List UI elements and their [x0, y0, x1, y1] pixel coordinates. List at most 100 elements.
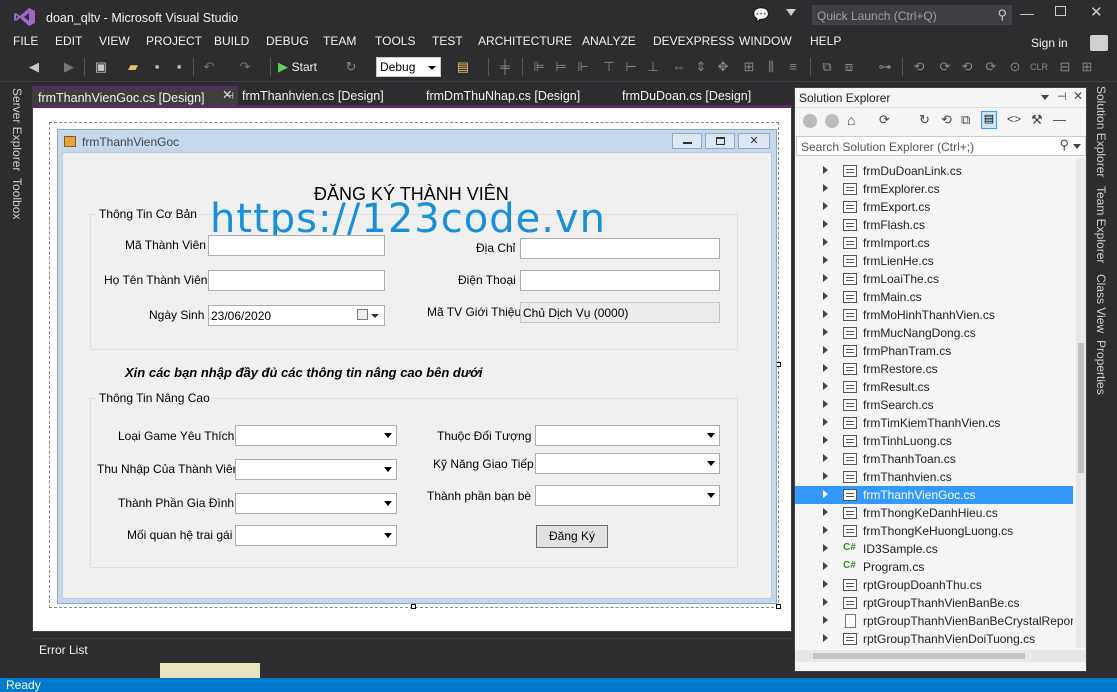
expand-arrow-icon[interactable] — [823, 310, 828, 318]
solution-tree-item[interactable]: frmMoHinhThanhVien.cs — [795, 306, 1073, 324]
refresh-all-icon[interactable]: ⟲ — [941, 112, 952, 128]
vertical-spacing-icon[interactable]: ≡ — [784, 58, 802, 76]
quick-launch-input[interactable]: Quick Launch (Ctrl+Q) ⚲ — [812, 5, 1012, 25]
expand-arrow-icon[interactable] — [823, 418, 828, 426]
expand-arrow-icon[interactable] — [823, 472, 828, 480]
dropdown-icon[interactable] — [1041, 95, 1049, 100]
loai-game-select[interactable] — [235, 425, 397, 446]
ho-ten-input[interactable] — [208, 270, 385, 291]
expand-arrow-icon[interactable] — [823, 184, 828, 192]
resize-handle-corner[interactable] — [776, 604, 781, 609]
thanh-phan-ban-be-select[interactable] — [535, 485, 720, 506]
clear-bookmark-icon[interactable]: ⟳ — [982, 58, 1000, 76]
thanh-phan-gia-dinh-select[interactable] — [235, 493, 397, 514]
expand-arrow-icon[interactable] — [823, 202, 828, 210]
send-to-back-icon[interactable]: ⧈ — [840, 58, 858, 76]
menu-tools[interactable]: TOOLS — [375, 34, 415, 48]
thuoc-doi-tuong-select[interactable] — [535, 425, 720, 446]
moi-quan-he-select[interactable] — [235, 525, 397, 546]
register-button[interactable]: Đăng Ký — [536, 525, 608, 548]
forward-icon[interactable] — [825, 114, 839, 128]
toolbox-tab[interactable]: Toolbox — [10, 178, 24, 219]
tree-vertical-scrollbar[interactable] — [1076, 158, 1086, 648]
toolbar-options-icon[interactable]: ⊟ — [1056, 58, 1074, 76]
solution-tree-item[interactable]: C# Program.cs — [795, 558, 1073, 576]
class-view-tab[interactable]: Class View — [1094, 274, 1108, 333]
solution-tree-item[interactable]: frmLoaiThe.cs — [795, 270, 1073, 288]
expand-arrow-icon[interactable] — [823, 346, 828, 354]
ky-nang-select[interactable] — [535, 453, 720, 474]
solution-tree-item[interactable]: frmFlash.cs — [795, 216, 1073, 234]
form-maximize-button[interactable] — [705, 133, 735, 149]
solution-tree-item[interactable]: frmMain.cs — [795, 288, 1073, 306]
save-all-icon[interactable]: ▪ — [170, 58, 188, 76]
align-bottom-icon[interactable]: ⊥ — [644, 58, 662, 76]
solution-tree-item[interactable]: frmThongKeHuongLuong.cs — [795, 522, 1073, 540]
expand-arrow-icon[interactable] — [823, 580, 828, 588]
expand-arrow-icon[interactable] — [823, 634, 828, 642]
team-explorer-tab[interactable]: Team Explorer — [1094, 186, 1108, 263]
solution-tree-item[interactable]: frmImport.cs — [795, 234, 1073, 252]
next-bookmark-icon[interactable]: ⟲ — [958, 58, 976, 76]
make-same-width-icon[interactable]: ⇔ — [670, 58, 688, 76]
expand-arrow-icon[interactable] — [823, 508, 828, 516]
clr-icon[interactable]: CLR — [1030, 58, 1048, 76]
preview-icon[interactable]: — — [1053, 112, 1066, 127]
start-button[interactable]: ▶ Start — [278, 58, 333, 76]
forward-icon[interactable]: ▶ — [60, 58, 78, 76]
tab-frmthanhviengoc-design[interactable]: frmThanhVienGoc.cs [Design] ⊣ — [32, 86, 238, 107]
refresh-icon[interactable]: ↻ — [342, 58, 360, 76]
expand-arrow-icon[interactable] — [823, 256, 828, 264]
back-icon[interactable]: ◀ — [25, 58, 43, 76]
thu-nhap-select[interactable] — [235, 459, 397, 480]
bring-to-front-icon[interactable]: ⧉ — [818, 58, 836, 76]
show-all-files-icon[interactable]: ▤ — [981, 111, 997, 129]
solution-tree-item[interactable]: frmRestore.cs — [795, 360, 1073, 378]
sign-in-link[interactable]: Sign in — [1031, 36, 1068, 50]
expand-arrow-icon[interactable] — [823, 382, 828, 390]
chevron-down-icon[interactable] — [1073, 144, 1081, 149]
solution-tree-item[interactable]: frmLienHe.cs — [795, 252, 1073, 270]
menu-architecture[interactable]: ARCHITECTURE — [478, 34, 572, 48]
solution-tree-item[interactable]: frmResult.cs — [795, 378, 1073, 396]
tree-horizontal-scrollbar[interactable] — [795, 650, 1086, 662]
view-code-icon[interactable]: <> — [1007, 112, 1021, 126]
resize-handle-bottom[interactable] — [411, 604, 416, 609]
expand-arrow-icon[interactable] — [823, 274, 828, 282]
solution-config-select[interactable]: Debug — [376, 57, 441, 77]
menu-view[interactable]: VIEW — [99, 34, 130, 48]
horizontal-spacing-icon[interactable]: ⫼ — [762, 58, 780, 76]
solution-tree-item[interactable]: C# ID3Sample.cs — [795, 540, 1073, 558]
expand-arrow-icon[interactable] — [823, 400, 828, 408]
align-icon[interactable]: ╪ — [496, 58, 514, 76]
expand-arrow-icon[interactable] — [823, 544, 828, 552]
expand-arrow-icon[interactable] — [823, 166, 828, 174]
open-folder-icon[interactable]: ▰ — [124, 58, 142, 76]
redo-icon[interactable]: ↷ — [236, 58, 254, 76]
expand-arrow-icon[interactable] — [823, 328, 828, 336]
account-avatar-icon[interactable] — [1090, 35, 1108, 51]
save-icon[interactable]: ▪ — [148, 58, 166, 76]
back-icon[interactable] — [803, 114, 817, 128]
menu-test[interactable]: TEST — [432, 34, 463, 48]
undo-icon[interactable]: ↶ — [200, 58, 218, 76]
solution-tree-item[interactable]: frmPhanTram.cs — [795, 342, 1073, 360]
expand-arrow-icon[interactable] — [823, 526, 828, 534]
solution-explorer-tab[interactable]: Solution Explorer — [1094, 86, 1108, 177]
menu-team[interactable]: TEAM — [323, 34, 356, 48]
refresh-icon[interactable]: ↻ — [919, 112, 930, 128]
make-same-size-icon[interactable]: ✥ — [714, 58, 732, 76]
solution-tree-item[interactable]: frmThanhToan.cs — [795, 450, 1073, 468]
solution-tree-item[interactable]: rptGroupDoanhThu.cs — [795, 576, 1073, 594]
solution-tree-item[interactable]: frmTimKiemThanhVien.cs — [795, 414, 1073, 432]
expand-arrow-icon[interactable] — [823, 436, 828, 444]
expand-arrow-icon[interactable] — [823, 490, 828, 498]
form-minimize-button[interactable] — [672, 133, 702, 149]
collapse-all-icon[interactable]: ⧉ — [961, 112, 970, 128]
expand-arrow-icon[interactable] — [823, 598, 828, 606]
expand-arrow-icon[interactable] — [823, 616, 828, 624]
chevron-down-icon[interactable] — [371, 314, 379, 318]
feedback-icon[interactable]: 💬 — [753, 7, 769, 23]
tab-frmthanhvien-design[interactable]: frmThanhvien.cs [Design] — [236, 86, 390, 107]
maximize-button[interactable] — [1055, 6, 1066, 16]
